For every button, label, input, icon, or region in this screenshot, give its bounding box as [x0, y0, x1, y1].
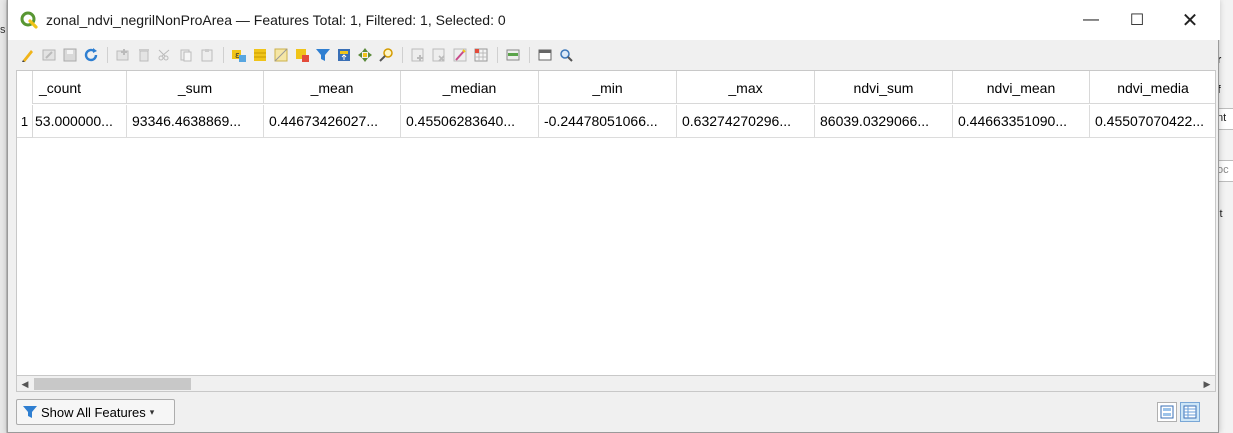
zoom-to-selected-icon[interactable]: [376, 46, 395, 65]
title-bar[interactable]: zonal_ndvi_negrilNonProArea — Features T…: [8, 0, 1220, 40]
close-button[interactable]: ✕: [1160, 0, 1220, 40]
minimize-button[interactable]: —: [1068, 0, 1114, 40]
actions-icon[interactable]: [503, 46, 522, 65]
filter-selected-icon[interactable]: [313, 46, 332, 65]
table-header: _count _sum _mean _median _min _max ndvi…: [17, 71, 1215, 104]
table-cell[interactable]: 0.45506283640...: [401, 105, 539, 138]
edit-pencil-icon[interactable]: [18, 46, 37, 65]
field-calculator-icon[interactable]: [450, 46, 469, 65]
filter-label: Show All Features: [41, 404, 146, 420]
table-cell[interactable]: 0.44673426027...: [264, 105, 401, 138]
select-all-icon[interactable]: [250, 46, 269, 65]
toolbar-separator: [497, 47, 498, 63]
column-header[interactable]: _sum: [127, 71, 264, 104]
cut-icon[interactable]: [155, 46, 174, 65]
select-by-expression-icon[interactable]: ε: [229, 46, 248, 65]
table-cell[interactable]: -0.24478051066...: [539, 105, 677, 138]
add-feature-icon[interactable]: [113, 46, 132, 65]
conditional-formatting-icon[interactable]: [471, 46, 490, 65]
table-view-button[interactable]: [1180, 402, 1200, 422]
column-header[interactable]: _min: [539, 71, 677, 104]
table-corner[interactable]: [17, 71, 33, 104]
scroll-right-icon[interactable]: ▶: [1200, 377, 1214, 391]
new-field-icon[interactable]: [408, 46, 427, 65]
scrollbar-thumb[interactable]: [34, 378, 191, 390]
form-view-button[interactable]: [1157, 402, 1177, 422]
dock-icon[interactable]: [535, 46, 554, 65]
background-window-left: s: [0, 0, 7, 433]
background-label: s: [0, 24, 6, 36]
qgis-logo-icon: [20, 11, 38, 29]
bottom-bar: Show All Features ▾: [8, 396, 1220, 433]
reload-icon[interactable]: [81, 46, 100, 65]
table-cell[interactable]: 0.44663351090...: [953, 105, 1090, 138]
window-title: zonal_ndvi_negrilNonProArea — Features T…: [46, 12, 506, 28]
toolbar-separator: [529, 47, 530, 63]
column-header[interactable]: ndvi_media: [1090, 71, 1215, 104]
attribute-table-window: zonal_ndvi_negrilNonProArea — Features T…: [7, 0, 1220, 433]
scroll-left-icon[interactable]: ◀: [18, 377, 32, 391]
toolbar-separator: [107, 47, 108, 63]
invert-selection-icon[interactable]: [271, 46, 290, 65]
table-cell[interactable]: 0.45507070422...: [1090, 105, 1215, 138]
column-header[interactable]: _mean: [264, 71, 401, 104]
row-number[interactable]: 1: [17, 105, 33, 138]
column-header[interactable]: _count: [33, 71, 127, 104]
deselect-all-icon[interactable]: [292, 46, 311, 65]
column-header[interactable]: ndvi_sum: [815, 71, 953, 104]
horizontal-scrollbar[interactable]: ◀ ▶: [16, 375, 1216, 392]
show-all-features-button[interactable]: Show All Features ▾: [16, 399, 175, 425]
paste-icon[interactable]: [197, 46, 216, 65]
move-selection-top-icon[interactable]: [334, 46, 353, 65]
column-header[interactable]: _median: [401, 71, 539, 104]
table-view-icon: [1183, 405, 1197, 419]
attribute-table[interactable]: _count _sum _mean _median _min _max ndvi…: [16, 70, 1216, 391]
form-view-icon: [1160, 405, 1174, 419]
table-cell[interactable]: 0.63274270296...: [677, 105, 815, 138]
multi-edit-icon[interactable]: [39, 46, 58, 65]
chevron-down-icon: ▾: [149, 406, 155, 417]
copy-icon[interactable]: [176, 46, 195, 65]
help-icon[interactable]: [556, 46, 575, 65]
maximize-button[interactable]: ☐: [1114, 0, 1160, 40]
column-header[interactable]: ndvi_mean: [953, 71, 1090, 104]
pan-to-selected-icon[interactable]: [355, 46, 374, 65]
column-header[interactable]: _max: [677, 71, 815, 104]
toolbar-separator: [223, 47, 224, 63]
table-cell[interactable]: 86039.0329066...: [815, 105, 953, 138]
delete-feature-icon[interactable]: [134, 46, 153, 65]
table-row[interactable]: 1 53.000000... 93346.4638869... 0.446734…: [17, 105, 1215, 138]
table-cell[interactable]: 53.000000...: [33, 105, 127, 138]
save-edits-icon[interactable]: [60, 46, 79, 65]
table-cell[interactable]: 93346.4638869...: [127, 105, 264, 138]
attribute-toolbar: ε: [8, 40, 1220, 70]
delete-field-icon[interactable]: [429, 46, 448, 65]
filter-icon: [23, 406, 37, 418]
toolbar-separator: [402, 47, 403, 63]
